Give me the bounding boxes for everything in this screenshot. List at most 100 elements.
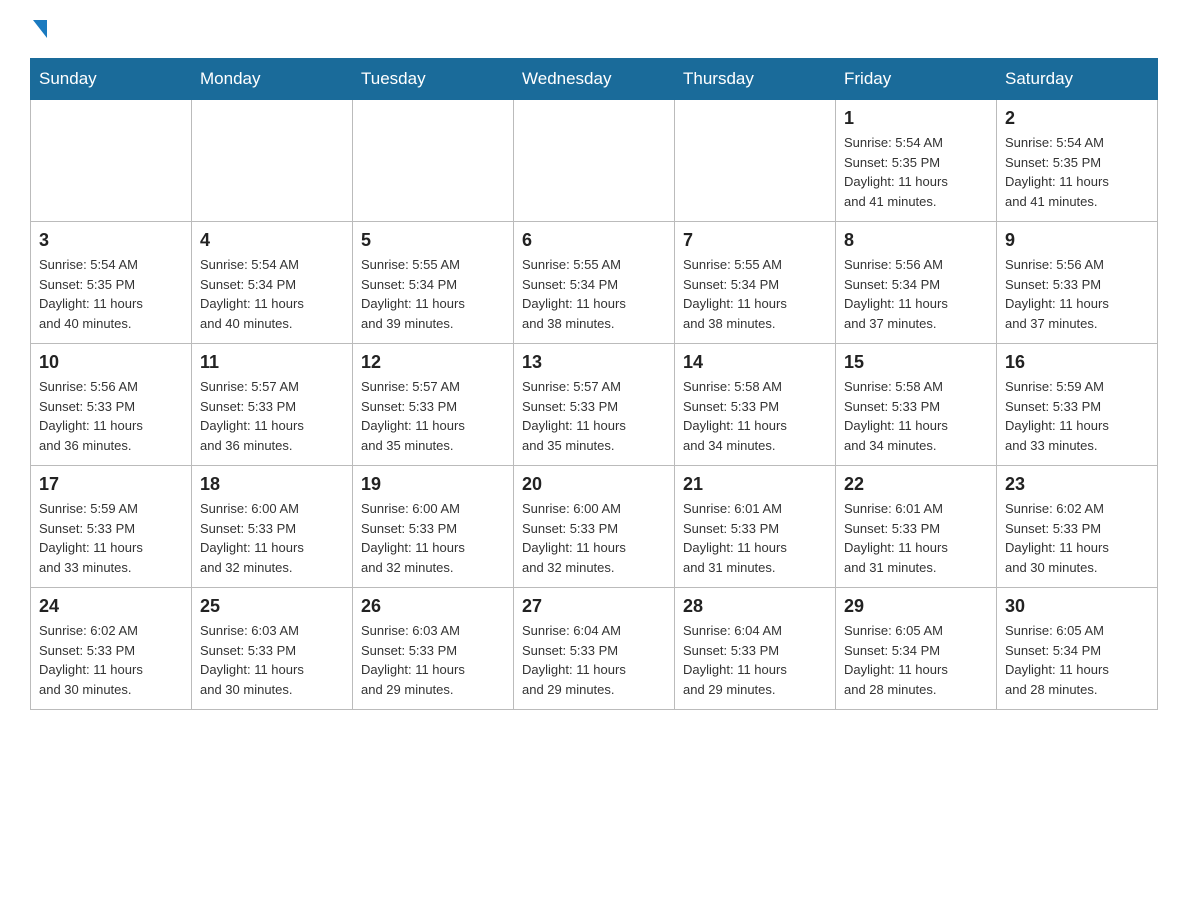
- day-info: Sunrise: 5:58 AM Sunset: 5:33 PM Dayligh…: [683, 377, 827, 455]
- day-info: Sunrise: 6:00 AM Sunset: 5:33 PM Dayligh…: [522, 499, 666, 577]
- day-info: Sunrise: 5:54 AM Sunset: 5:35 PM Dayligh…: [1005, 133, 1149, 211]
- day-cell-15: 15 Sunrise: 5:58 AM Sunset: 5:33 PM Dayli…: [836, 344, 997, 466]
- day-cell-20: 20 Sunrise: 6:00 AM Sunset: 5:33 PM Dayli…: [514, 466, 675, 588]
- empty-cell: [353, 100, 514, 222]
- day-info: Sunrise: 5:55 AM Sunset: 5:34 PM Dayligh…: [361, 255, 505, 333]
- day-info: Sunrise: 6:05 AM Sunset: 5:34 PM Dayligh…: [1005, 621, 1149, 699]
- day-number: 25: [200, 596, 344, 617]
- day-info: Sunrise: 5:57 AM Sunset: 5:33 PM Dayligh…: [361, 377, 505, 455]
- day-cell-24: 24 Sunrise: 6:02 AM Sunset: 5:33 PM Dayli…: [31, 588, 192, 710]
- day-number: 21: [683, 474, 827, 495]
- day-cell-23: 23Sunrise: 6:02 AM Sunset: 5:33 PM Dayli…: [997, 466, 1158, 588]
- day-cell-26: 26 Sunrise: 6:03 AM Sunset: 5:33 PM Dayli…: [353, 588, 514, 710]
- day-cell-11: 11 Sunrise: 5:57 AM Sunset: 5:33 PM Dayli…: [192, 344, 353, 466]
- day-cell-29: 29 Sunrise: 6:05 AM Sunset: 5:34 PM Dayli…: [836, 588, 997, 710]
- logo: [30, 20, 47, 40]
- weekday-header-tuesday: Tuesday: [353, 59, 514, 100]
- day-number: 29: [844, 596, 988, 617]
- day-cell-14: 14 Sunrise: 5:58 AM Sunset: 5:33 PM Dayli…: [675, 344, 836, 466]
- day-number: 22: [844, 474, 988, 495]
- empty-cell: [192, 100, 353, 222]
- day-cell-5: 5 Sunrise: 5:55 AM Sunset: 5:34 PM Daylig…: [353, 222, 514, 344]
- calendar-table: SundayMondayTuesdayWednesdayThursdayFrid…: [30, 58, 1158, 710]
- day-number: 4: [200, 230, 344, 251]
- week-row-3: 10 Sunrise: 5:56 AM Sunset: 5:33 PM Dayli…: [31, 344, 1158, 466]
- day-number: 20: [522, 474, 666, 495]
- day-number: 5: [361, 230, 505, 251]
- day-cell-10: 10 Sunrise: 5:56 AM Sunset: 5:33 PM Dayli…: [31, 344, 192, 466]
- week-row-2: 3 Sunrise: 5:54 AM Sunset: 5:35 PM Daylig…: [31, 222, 1158, 344]
- day-cell-22: 22 Sunrise: 6:01 AM Sunset: 5:33 PM Dayli…: [836, 466, 997, 588]
- day-info: Sunrise: 5:55 AM Sunset: 5:34 PM Dayligh…: [522, 255, 666, 333]
- day-cell-2: 2 Sunrise: 5:54 AM Sunset: 5:35 PM Daylig…: [997, 100, 1158, 222]
- day-cell-27: 27 Sunrise: 6:04 AM Sunset: 5:33 PM Dayli…: [514, 588, 675, 710]
- day-number: 13: [522, 352, 666, 373]
- empty-cell: [31, 100, 192, 222]
- day-cell-12: 12 Sunrise: 5:57 AM Sunset: 5:33 PM Dayli…: [353, 344, 514, 466]
- day-cell-19: 19 Sunrise: 6:00 AM Sunset: 5:33 PM Dayli…: [353, 466, 514, 588]
- day-number: 23: [1005, 474, 1149, 495]
- weekday-header-thursday: Thursday: [675, 59, 836, 100]
- day-number: 24: [39, 596, 183, 617]
- day-cell-9: 9 Sunrise: 5:56 AM Sunset: 5:33 PM Daylig…: [997, 222, 1158, 344]
- day-number: 10: [39, 352, 183, 373]
- week-row-1: 1Sunrise: 5:54 AM Sunset: 5:35 PM Daylig…: [31, 100, 1158, 222]
- day-info: Sunrise: 6:04 AM Sunset: 5:33 PM Dayligh…: [683, 621, 827, 699]
- weekday-header-friday: Friday: [836, 59, 997, 100]
- week-row-4: 17Sunrise: 5:59 AM Sunset: 5:33 PM Dayli…: [31, 466, 1158, 588]
- day-cell-28: 28Sunrise: 6:04 AM Sunset: 5:33 PM Dayli…: [675, 588, 836, 710]
- day-info: Sunrise: 5:54 AM Sunset: 5:34 PM Dayligh…: [200, 255, 344, 333]
- day-number: 14: [683, 352, 827, 373]
- day-number: 16: [1005, 352, 1149, 373]
- day-info: Sunrise: 6:05 AM Sunset: 5:34 PM Dayligh…: [844, 621, 988, 699]
- weekday-header-wednesday: Wednesday: [514, 59, 675, 100]
- day-cell-4: 4 Sunrise: 5:54 AM Sunset: 5:34 PM Daylig…: [192, 222, 353, 344]
- day-cell-30: 30 Sunrise: 6:05 AM Sunset: 5:34 PM Dayli…: [997, 588, 1158, 710]
- day-info: Sunrise: 5:57 AM Sunset: 5:33 PM Dayligh…: [522, 377, 666, 455]
- day-info: Sunrise: 5:56 AM Sunset: 5:33 PM Dayligh…: [1005, 255, 1149, 333]
- day-info: Sunrise: 5:54 AM Sunset: 5:35 PM Dayligh…: [844, 133, 988, 211]
- day-info: Sunrise: 5:54 AM Sunset: 5:35 PM Dayligh…: [39, 255, 183, 333]
- day-info: Sunrise: 6:00 AM Sunset: 5:33 PM Dayligh…: [361, 499, 505, 577]
- weekday-header-saturday: Saturday: [997, 59, 1158, 100]
- day-info: Sunrise: 6:04 AM Sunset: 5:33 PM Dayligh…: [522, 621, 666, 699]
- day-number: 26: [361, 596, 505, 617]
- empty-cell: [675, 100, 836, 222]
- logo-triangle-icon: [33, 20, 47, 38]
- day-number: 27: [522, 596, 666, 617]
- weekday-header-sunday: Sunday: [31, 59, 192, 100]
- day-info: Sunrise: 5:58 AM Sunset: 5:33 PM Dayligh…: [844, 377, 988, 455]
- day-info: Sunrise: 5:57 AM Sunset: 5:33 PM Dayligh…: [200, 377, 344, 455]
- day-info: Sunrise: 6:03 AM Sunset: 5:33 PM Dayligh…: [361, 621, 505, 699]
- day-info: Sunrise: 6:02 AM Sunset: 5:33 PM Dayligh…: [39, 621, 183, 699]
- day-cell-16: 16 Sunrise: 5:59 AM Sunset: 5:33 PM Dayli…: [997, 344, 1158, 466]
- day-info: Sunrise: 5:56 AM Sunset: 5:34 PM Dayligh…: [844, 255, 988, 333]
- day-info: Sunrise: 6:01 AM Sunset: 5:33 PM Dayligh…: [844, 499, 988, 577]
- day-info: Sunrise: 6:01 AM Sunset: 5:33 PM Dayligh…: [683, 499, 827, 577]
- day-number: 30: [1005, 596, 1149, 617]
- day-number: 7: [683, 230, 827, 251]
- day-cell-6: 6 Sunrise: 5:55 AM Sunset: 5:34 PM Daylig…: [514, 222, 675, 344]
- day-number: 8: [844, 230, 988, 251]
- day-number: 3: [39, 230, 183, 251]
- day-cell-17: 17Sunrise: 5:59 AM Sunset: 5:33 PM Dayli…: [31, 466, 192, 588]
- day-info: Sunrise: 5:59 AM Sunset: 5:33 PM Dayligh…: [39, 499, 183, 577]
- day-number: 15: [844, 352, 988, 373]
- day-info: Sunrise: 5:56 AM Sunset: 5:33 PM Dayligh…: [39, 377, 183, 455]
- day-cell-8: 8 Sunrise: 5:56 AM Sunset: 5:34 PM Daylig…: [836, 222, 997, 344]
- day-cell-13: 13 Sunrise: 5:57 AM Sunset: 5:33 PM Dayli…: [514, 344, 675, 466]
- day-cell-18: 18Sunrise: 6:00 AM Sunset: 5:33 PM Dayli…: [192, 466, 353, 588]
- day-number: 6: [522, 230, 666, 251]
- day-number: 2: [1005, 108, 1149, 129]
- day-number: 11: [200, 352, 344, 373]
- week-row-5: 24 Sunrise: 6:02 AM Sunset: 5:33 PM Dayli…: [31, 588, 1158, 710]
- day-cell-21: 21 Sunrise: 6:01 AM Sunset: 5:33 PM Dayli…: [675, 466, 836, 588]
- empty-cell: [514, 100, 675, 222]
- day-number: 19: [361, 474, 505, 495]
- day-number: 9: [1005, 230, 1149, 251]
- day-info: Sunrise: 5:59 AM Sunset: 5:33 PM Dayligh…: [1005, 377, 1149, 455]
- day-cell-7: 7Sunrise: 5:55 AM Sunset: 5:34 PM Daylig…: [675, 222, 836, 344]
- day-cell-1: 1Sunrise: 5:54 AM Sunset: 5:35 PM Daylig…: [836, 100, 997, 222]
- day-number: 12: [361, 352, 505, 373]
- day-info: Sunrise: 6:00 AM Sunset: 5:33 PM Dayligh…: [200, 499, 344, 577]
